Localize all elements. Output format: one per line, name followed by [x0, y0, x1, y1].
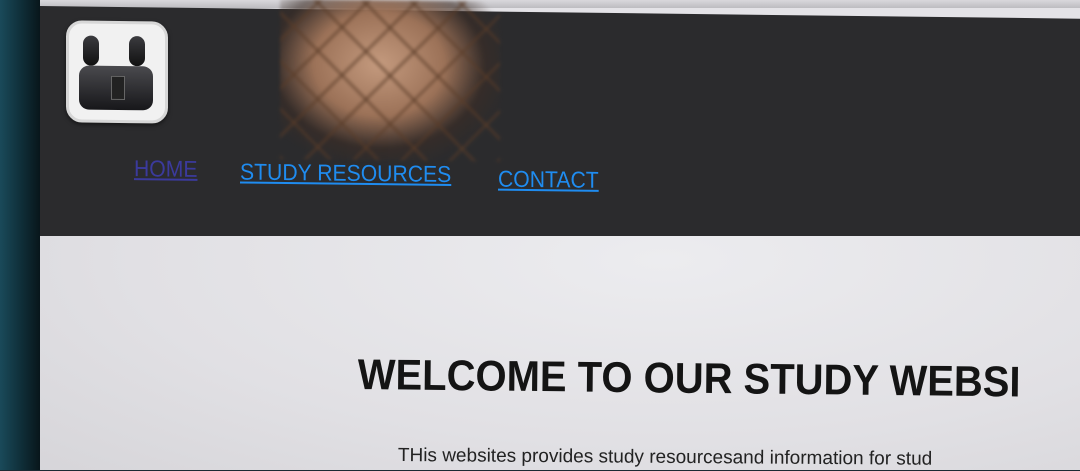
site-header: HOME STUDY RESOURCES CONTACT [40, 0, 1080, 249]
nav-link-home[interactable]: HOME [134, 155, 197, 183]
nav-link-contact[interactable]: CONTACT [498, 166, 599, 194]
page-description: THis websites provides study resourcesan… [397, 445, 933, 470]
main-nav: HOME STUDY RESOURCES CONTACT [40, 6, 1080, 249]
nav-link-study-resources[interactable]: STUDY RESOURCES [240, 158, 451, 188]
page-title: WELCOME TO OUR STUDY WEBSI [357, 350, 1021, 407]
browser-top-strip [40, 0, 1080, 8]
